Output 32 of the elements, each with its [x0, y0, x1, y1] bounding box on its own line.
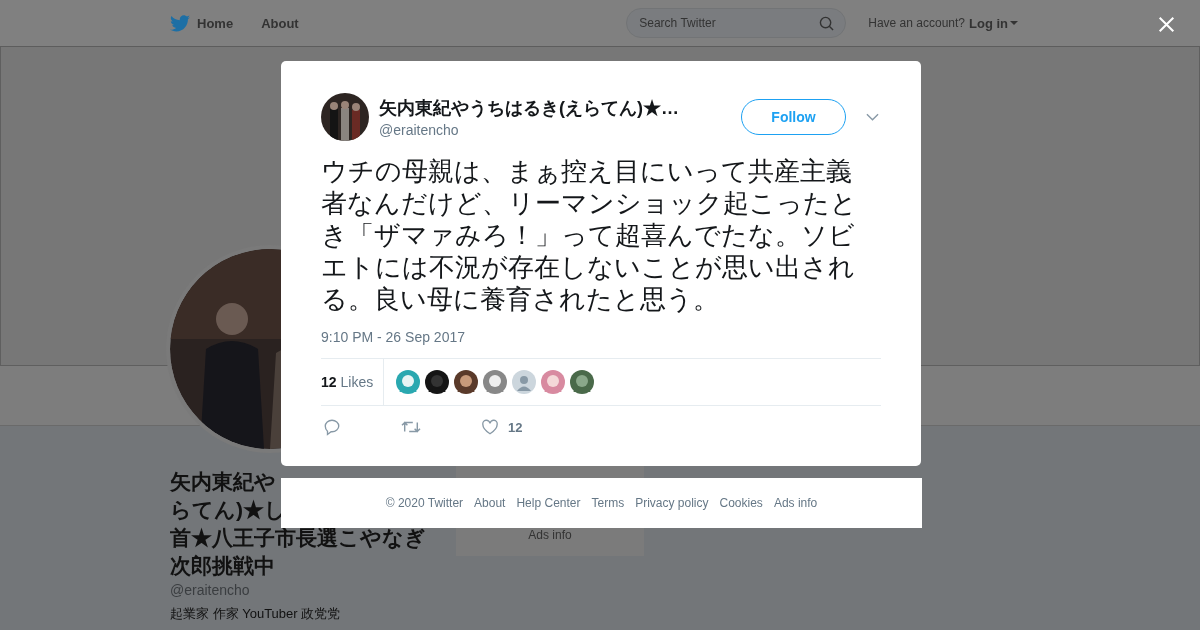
profile-handle: @eraitencho: [170, 582, 251, 598]
chevron-icon[interactable]: [866, 113, 879, 121]
footer-link[interactable]: Help Center: [516, 496, 581, 510]
footer-link[interactable]: © 2020 Twitter: [385, 496, 464, 510]
ads-info-link[interactable]: Ads info: [528, 528, 572, 542]
likes-count[interactable]: 12 Likes: [321, 359, 385, 405]
tweet-timestamp[interactable]: 9:10 PM - 26 Sep 2017: [321, 329, 881, 359]
close-icon[interactable]: [1158, 16, 1175, 33]
default-avatar-icon[interactable]: [512, 370, 537, 394]
like-count: 12: [508, 419, 523, 435]
reply-icon[interactable]: [323, 418, 341, 436]
profile-name: 次郎挑戦中: [170, 553, 275, 579]
footer-link[interactable]: Ads info: [773, 496, 818, 510]
author-name: 矢内東紀やうちはるき(えらてん)★…: [379, 97, 680, 120]
profile-name: 首★八王子市長選こやなぎ: [170, 525, 426, 552]
nav-link[interactable]: About: [261, 15, 299, 31]
search-icon[interactable]: [819, 16, 835, 31]
footer-link[interactable]: Terms: [591, 496, 625, 510]
search-field[interactable]: Search Twitter: [626, 8, 847, 38]
footer-link[interactable]: Cookies: [719, 496, 763, 510]
profile-bio: 起業家 作家 YouTuber 政党党: [170, 606, 342, 621]
heart-icon[interactable]: [481, 418, 499, 436]
author-handle: @eraitencho: [379, 122, 460, 138]
footer-link[interactable]: Privacy policy: [635, 496, 709, 510]
follow-button[interactable]: Follow: [741, 99, 846, 135]
nav-link[interactable]: Home: [197, 15, 234, 31]
account-prompt: Have an account?: [868, 16, 965, 30]
tweet-text: ウチの母親は、まぁ控え目にいって共産主義者なんだけど、リーマンショック起こったとき「ザマァみろ！」って超喜んでたな。ソビエトには不況が存在しないことが思い出される。良い母に養育されたと思う。: [321, 155, 858, 315]
footer-link[interactable]: About: [474, 496, 506, 510]
login-link[interactable]: Log in: [969, 15, 1018, 31]
profile-name: 矢内東紀や: [170, 469, 276, 495]
profile-name: らてん)★し: [170, 497, 286, 523]
